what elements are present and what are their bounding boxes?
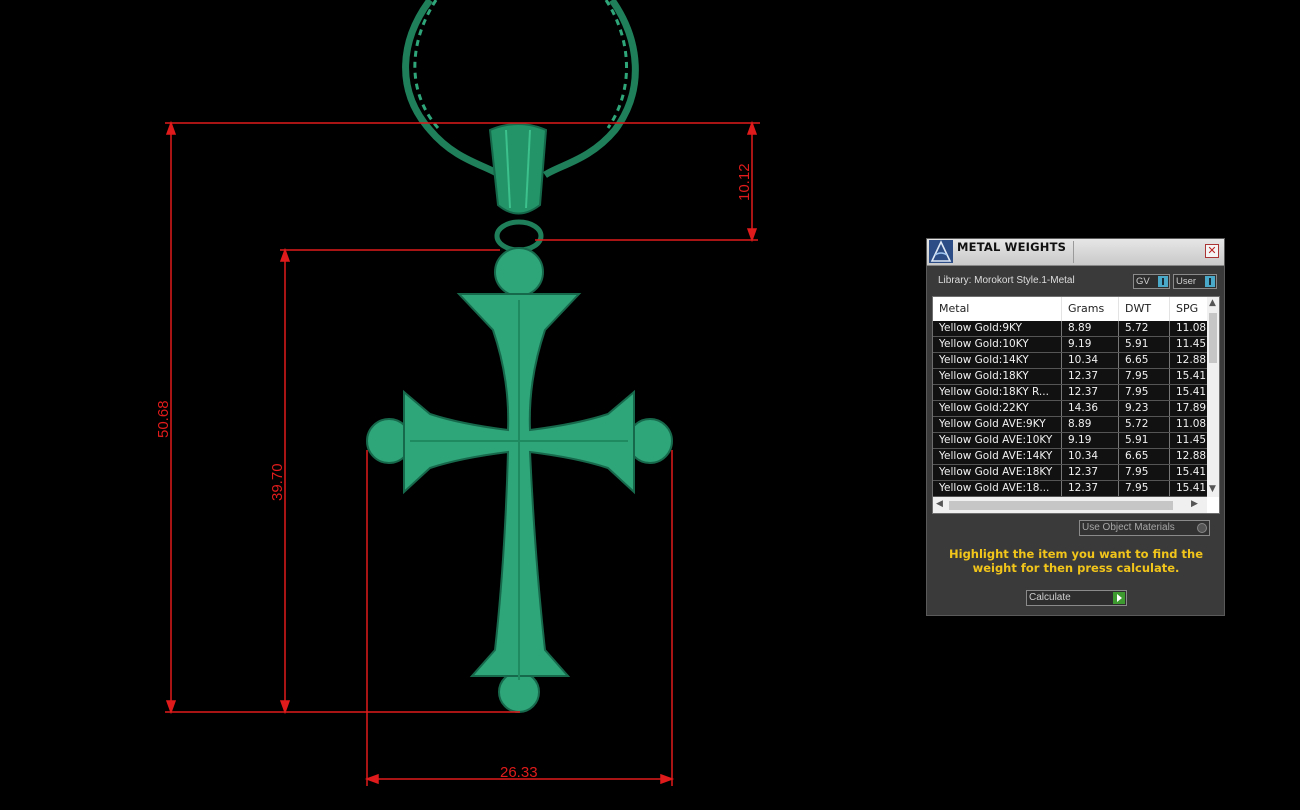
table-cell: 12.88	[1170, 353, 1210, 368]
table-cell: 7.95	[1119, 385, 1170, 400]
table-cell: 12.37	[1062, 385, 1119, 400]
table-cell: 12.37	[1062, 369, 1119, 384]
use-object-materials-label: Use Object Materials	[1082, 522, 1175, 533]
scroll-down-icon[interactable]: ▼	[1209, 484, 1216, 494]
table-cell: 15.41	[1170, 465, 1210, 480]
calculate-button[interactable]: Calculate	[1026, 590, 1127, 606]
gv-selector[interactable]: GV	[1133, 274, 1170, 289]
table-cell: 15.41	[1170, 385, 1210, 400]
metal-weights-panel: METAL WEIGHTS ✕ Library: Morokort Style.…	[926, 238, 1225, 616]
table-cell: 5.72	[1119, 417, 1170, 432]
table-row[interactable]: Yellow Gold AVE:14KY 10.34 6.65 12.88	[933, 449, 1210, 465]
table-cell: Yellow Gold:10KY	[933, 337, 1062, 352]
column-header-grams[interactable]: Grams	[1062, 297, 1119, 321]
table-row[interactable]: Yellow Gold AVE:10KY 9.19 5.91 11.45	[933, 433, 1210, 449]
table-cell: 10.34	[1062, 353, 1119, 368]
table-body: Yellow Gold:9KY 8.89 5.72 11.08 Yellow Gold:…	[933, 321, 1210, 497]
vertical-scrollbar[interactable]: ▲ ▼	[1207, 297, 1219, 497]
app-logo-icon	[929, 240, 953, 263]
table-cell: Yellow Gold AVE:14KY	[933, 449, 1062, 464]
panel-titlebar[interactable]: METAL WEIGHTS ✕	[927, 239, 1224, 266]
table-cell: Yellow Gold AVE:18KY	[933, 465, 1062, 480]
table-row[interactable]: Yellow Gold:22KY 14.36 9.23 17.89	[933, 401, 1210, 417]
table-cell: 5.72	[1119, 321, 1170, 336]
dim-label-total-height: 50.68	[155, 400, 172, 438]
scroll-right-icon[interactable]: ▶	[1191, 499, 1198, 509]
table-row[interactable]: Yellow Gold AVE:18KY 12.37 7.95 15.41	[933, 465, 1210, 481]
table-cell: 11.45	[1170, 337, 1210, 352]
table-cell: 12.88	[1170, 449, 1210, 464]
cross-pendant	[366, 247, 673, 713]
table-row[interactable]: Yellow Gold:10KY 9.19 5.91 11.45	[933, 337, 1210, 353]
dim-label-cross-height: 39.70	[269, 463, 286, 501]
user-label: User	[1176, 276, 1197, 287]
table-header: Metal Grams DWT SPG	[933, 297, 1210, 321]
scroll-left-icon[interactable]: ◀	[936, 499, 943, 509]
table-cell: Yellow Gold AVE:18...	[933, 481, 1062, 496]
table-cell: 17.89	[1170, 401, 1210, 416]
horizontal-scroll-thumb[interactable]	[949, 501, 1173, 510]
use-object-materials-toggle[interactable]: Use Object Materials	[1079, 520, 1210, 536]
column-header-dwt[interactable]: DWT	[1119, 297, 1170, 321]
table-row[interactable]: Yellow Gold AVE:9KY 8.89 5.72 11.08	[933, 417, 1210, 433]
table-cell: 12.37	[1062, 465, 1119, 480]
close-icon: ✕	[1207, 244, 1217, 257]
table-cell: 6.65	[1119, 353, 1170, 368]
user-selector[interactable]: User	[1173, 274, 1217, 289]
gv-toggle-icon	[1158, 276, 1168, 287]
table-cell: 12.37	[1062, 481, 1119, 496]
table-cell: 14.36	[1062, 401, 1119, 416]
table-row[interactable]: Yellow Gold:18KY R... 12.37 7.95 15.41	[933, 385, 1210, 401]
table-cell: Yellow Gold:14KY	[933, 353, 1062, 368]
table-cell: Yellow Gold AVE:9KY	[933, 417, 1062, 432]
column-header-spg[interactable]: SPG	[1170, 297, 1210, 321]
column-header-metal[interactable]: Metal	[933, 297, 1062, 321]
calculate-label: Calculate	[1029, 592, 1071, 603]
table-cell: Yellow Gold:9KY	[933, 321, 1062, 336]
table-cell: 11.08	[1170, 321, 1210, 336]
bail	[488, 123, 548, 253]
close-button[interactable]: ✕	[1205, 244, 1219, 258]
panel-title: METAL WEIGHTS	[957, 240, 1067, 254]
radio-icon	[1197, 523, 1207, 533]
table-row[interactable]: Yellow Gold AVE:18... 12.37 7.95 15.41	[933, 481, 1210, 497]
user-toggle-icon	[1205, 276, 1215, 287]
table-row[interactable]: Yellow Gold:9KY 8.89 5.72 11.08	[933, 321, 1210, 337]
table-cell: 9.19	[1062, 433, 1119, 448]
table-cell: 15.41	[1170, 481, 1210, 496]
table-cell: 11.08	[1170, 417, 1210, 432]
horizontal-scrollbar[interactable]: ◀ ▶	[933, 497, 1207, 513]
dim-label-bail-height: 10.12	[736, 163, 753, 201]
table-cell: 8.89	[1062, 321, 1119, 336]
table-cell: 8.89	[1062, 417, 1119, 432]
vertical-scroll-thumb[interactable]	[1209, 313, 1217, 363]
table-cell: 9.23	[1119, 401, 1170, 416]
table-cell: 7.95	[1119, 481, 1170, 496]
table-cell: 15.41	[1170, 369, 1210, 384]
scroll-up-icon[interactable]: ▲	[1209, 298, 1216, 308]
table-cell: 9.19	[1062, 337, 1119, 352]
hint-text: Highlight the item you want to find the …	[949, 547, 1203, 575]
table-row[interactable]: Yellow Gold:18KY 12.37 7.95 15.41	[933, 369, 1210, 385]
play-icon	[1113, 592, 1125, 604]
table-cell: 11.45	[1170, 433, 1210, 448]
table-cell: 10.34	[1062, 449, 1119, 464]
table-cell: 5.91	[1119, 433, 1170, 448]
table-cell: Yellow Gold:18KY	[933, 369, 1062, 384]
table-cell: 6.65	[1119, 449, 1170, 464]
library-label: Library: Morokort Style.1-Metal	[938, 275, 1075, 286]
table-cell: 7.95	[1119, 465, 1170, 480]
table-row[interactable]: Yellow Gold:14KY 10.34 6.65 12.88	[933, 353, 1210, 369]
metal-table: Metal Grams DWT SPG Yellow Gold:9KY 8.89 5…	[932, 296, 1220, 514]
table-cell: Yellow Gold AVE:10KY	[933, 433, 1062, 448]
table-cell: Yellow Gold:18KY R...	[933, 385, 1062, 400]
gv-label: GV	[1136, 276, 1150, 287]
dim-label-cross-width: 26.33	[500, 764, 538, 781]
table-cell: 7.95	[1119, 369, 1170, 384]
table-cell: 5.91	[1119, 337, 1170, 352]
titlebar-divider	[1073, 241, 1074, 263]
table-cell: Yellow Gold:22KY	[933, 401, 1062, 416]
